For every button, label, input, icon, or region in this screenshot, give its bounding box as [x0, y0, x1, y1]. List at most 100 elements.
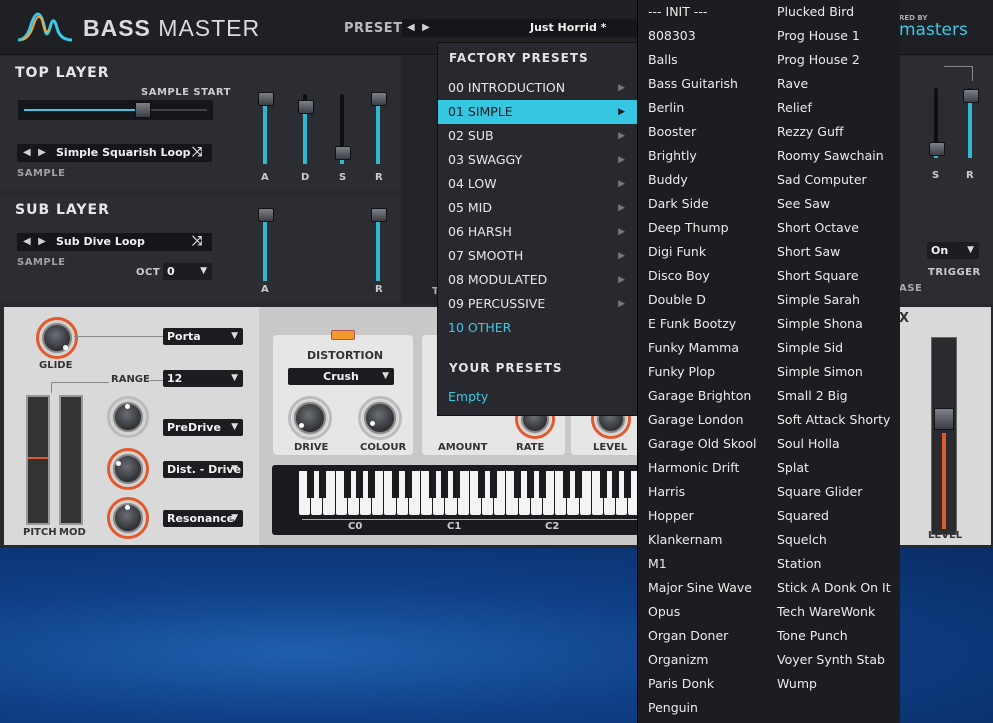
preset-item[interactable]: Buddy [648, 168, 756, 192]
preset-item[interactable]: Booster [648, 120, 756, 144]
preset-item[interactable]: Disco Boy [648, 264, 756, 288]
preset-selector[interactable]: ◀ ▶ Just Horrid * [402, 19, 638, 37]
preset-item[interactable]: Roomy Sawchain [777, 144, 891, 168]
your-presets-empty[interactable]: Empty [448, 389, 488, 404]
range-dropdown[interactable]: 12 [163, 370, 243, 387]
preset-item[interactable]: Squared [777, 504, 891, 528]
preset-item[interactable]: Short Saw [777, 240, 891, 264]
preset-item[interactable]: See Saw [777, 192, 891, 216]
keyboard[interactable]: C0 C1 C2 [272, 465, 640, 535]
preset-item[interactable]: Brightly [648, 144, 756, 168]
preset-item[interactable]: Station [777, 552, 891, 576]
black-key[interactable] [392, 471, 400, 498]
preset-item[interactable]: Double D [648, 288, 756, 312]
preset-item[interactable]: Square Glider [777, 480, 891, 504]
preset-prev-next-arrows-icon[interactable]: ◀ ▶ [407, 19, 432, 37]
black-key[interactable] [355, 471, 363, 498]
black-key[interactable] [563, 471, 571, 498]
preset-item[interactable]: Simple Sid [777, 336, 891, 360]
predrive-knob[interactable] [107, 396, 149, 438]
pitch-wheel[interactable] [26, 395, 50, 525]
preset-item[interactable]: Paris Donk [648, 672, 756, 696]
oct-dropdown[interactable]: 0 [163, 263, 212, 280]
black-key[interactable] [306, 471, 314, 498]
preset-item[interactable]: Digi Funk [648, 240, 756, 264]
distortion-toggle[interactable] [331, 330, 355, 340]
shuffle-icon[interactable]: ⤨ [192, 233, 202, 251]
preset-category-item[interactable]: 04 LOW ▶ [438, 172, 639, 196]
black-key[interactable] [599, 471, 607, 498]
black-key[interactable] [624, 471, 632, 498]
sub-sample-arrows-icon[interactable]: ◀ ▶ [23, 233, 48, 251]
black-key[interactable] [538, 471, 546, 498]
preset-category-item[interactable]: 00 INTRODUCTION ▶ [438, 76, 639, 100]
preset-item[interactable]: Voyer Synth Stab [777, 648, 891, 672]
output-level-handle[interactable] [934, 408, 954, 430]
preset-item[interactable]: 808303 [648, 24, 756, 48]
predrive-dropdown[interactable]: PreDrive [163, 419, 243, 436]
black-key[interactable] [343, 471, 351, 498]
black-key[interactable] [319, 471, 327, 498]
black-key[interactable] [441, 471, 449, 498]
preset-item[interactable]: Penguin [648, 696, 756, 720]
black-key[interactable] [489, 471, 497, 498]
preset-item[interactable]: Garage Brighton [648, 384, 756, 408]
preset-item[interactable]: Opus [648, 600, 756, 624]
preset-item[interactable]: Soft Attack Shorty [777, 408, 891, 432]
preset-item[interactable]: Garage Old Skool [648, 432, 756, 456]
preset-item[interactable]: Funky Mamma [648, 336, 756, 360]
preset-category-item[interactable]: 02 SUB ▶ [438, 124, 639, 148]
black-key[interactable] [477, 471, 485, 498]
black-key[interactable] [428, 471, 436, 498]
sub-fader-r-handle[interactable] [371, 208, 387, 222]
fader-r-handle[interactable] [371, 92, 387, 106]
preset-item[interactable]: Hopper [648, 504, 756, 528]
preset-item[interactable]: Tech WareWonk [777, 600, 891, 624]
preset-item[interactable]: Balls [648, 48, 756, 72]
preset-item[interactable]: Klankernam [648, 528, 756, 552]
preset-category-item[interactable]: 09 PERCUSSIVE ▶ [438, 292, 639, 316]
preset-item[interactable]: Prog House 1 [777, 24, 891, 48]
preset-item[interactable]: Dark Side [648, 192, 756, 216]
dist-drive-dropdown[interactable]: Dist. - Drive [163, 461, 243, 478]
output-level-meter[interactable] [931, 337, 957, 535]
sample-start-slider[interactable] [18, 100, 213, 120]
preset-item[interactable]: E Funk Bootzy [648, 312, 756, 336]
preset-item[interactable]: Funky Plop [648, 360, 756, 384]
preset-item[interactable]: Sad Computer [777, 168, 891, 192]
black-key[interactable] [514, 471, 522, 498]
preset-category-item[interactable]: 01 SIMPLE ▶ [438, 100, 639, 124]
preset-item[interactable]: Simple Shona [777, 312, 891, 336]
preset-item[interactable]: Organizm [648, 648, 756, 672]
black-key[interactable] [404, 471, 412, 498]
fader-a-handle[interactable] [258, 92, 274, 106]
preset-item[interactable]: Deep Thump [648, 216, 756, 240]
resonance-knob[interactable] [107, 497, 149, 539]
colour-knob[interactable] [358, 396, 402, 440]
distortion-type-dropdown[interactable]: Crush [288, 368, 394, 385]
preset-item[interactable]: Splat [777, 456, 891, 480]
preset-item[interactable]: M1 [648, 552, 756, 576]
black-key[interactable] [367, 471, 375, 498]
top-sample-arrows-icon[interactable]: ◀ ▶ [23, 144, 48, 162]
fader-s-handle[interactable] [335, 146, 351, 160]
trigger-dropdown[interactable]: On [927, 242, 979, 259]
right-fader-r-handle[interactable] [963, 89, 979, 103]
resonance-dropdown[interactable]: Resonance [163, 510, 243, 527]
black-key[interactable] [611, 471, 619, 498]
preset-category-item[interactable]: 06 HARSH ▶ [438, 220, 639, 244]
preset-item[interactable]: --- INIT --- [648, 0, 756, 24]
preset-item[interactable]: Soul Holla [777, 432, 891, 456]
preset-item[interactable]: Rave [777, 72, 891, 96]
preset-category-item[interactable]: 03 SWAGGY ▶ [438, 148, 639, 172]
preset-item[interactable]: Short Square [777, 264, 891, 288]
glide-knob[interactable] [36, 317, 78, 359]
preset-item[interactable]: Prog House 2 [777, 48, 891, 72]
preset-category-item[interactable]: 07 SMOOTH ▶ [438, 244, 639, 268]
mod-wheel[interactable] [59, 395, 83, 525]
right-fader-s-handle[interactable] [929, 142, 945, 156]
preset-item[interactable]: Simple Sarah [777, 288, 891, 312]
preset-item[interactable]: Tone Punch [777, 624, 891, 648]
drive-knob[interactable] [288, 396, 332, 440]
sample-start-handle[interactable] [135, 102, 151, 118]
